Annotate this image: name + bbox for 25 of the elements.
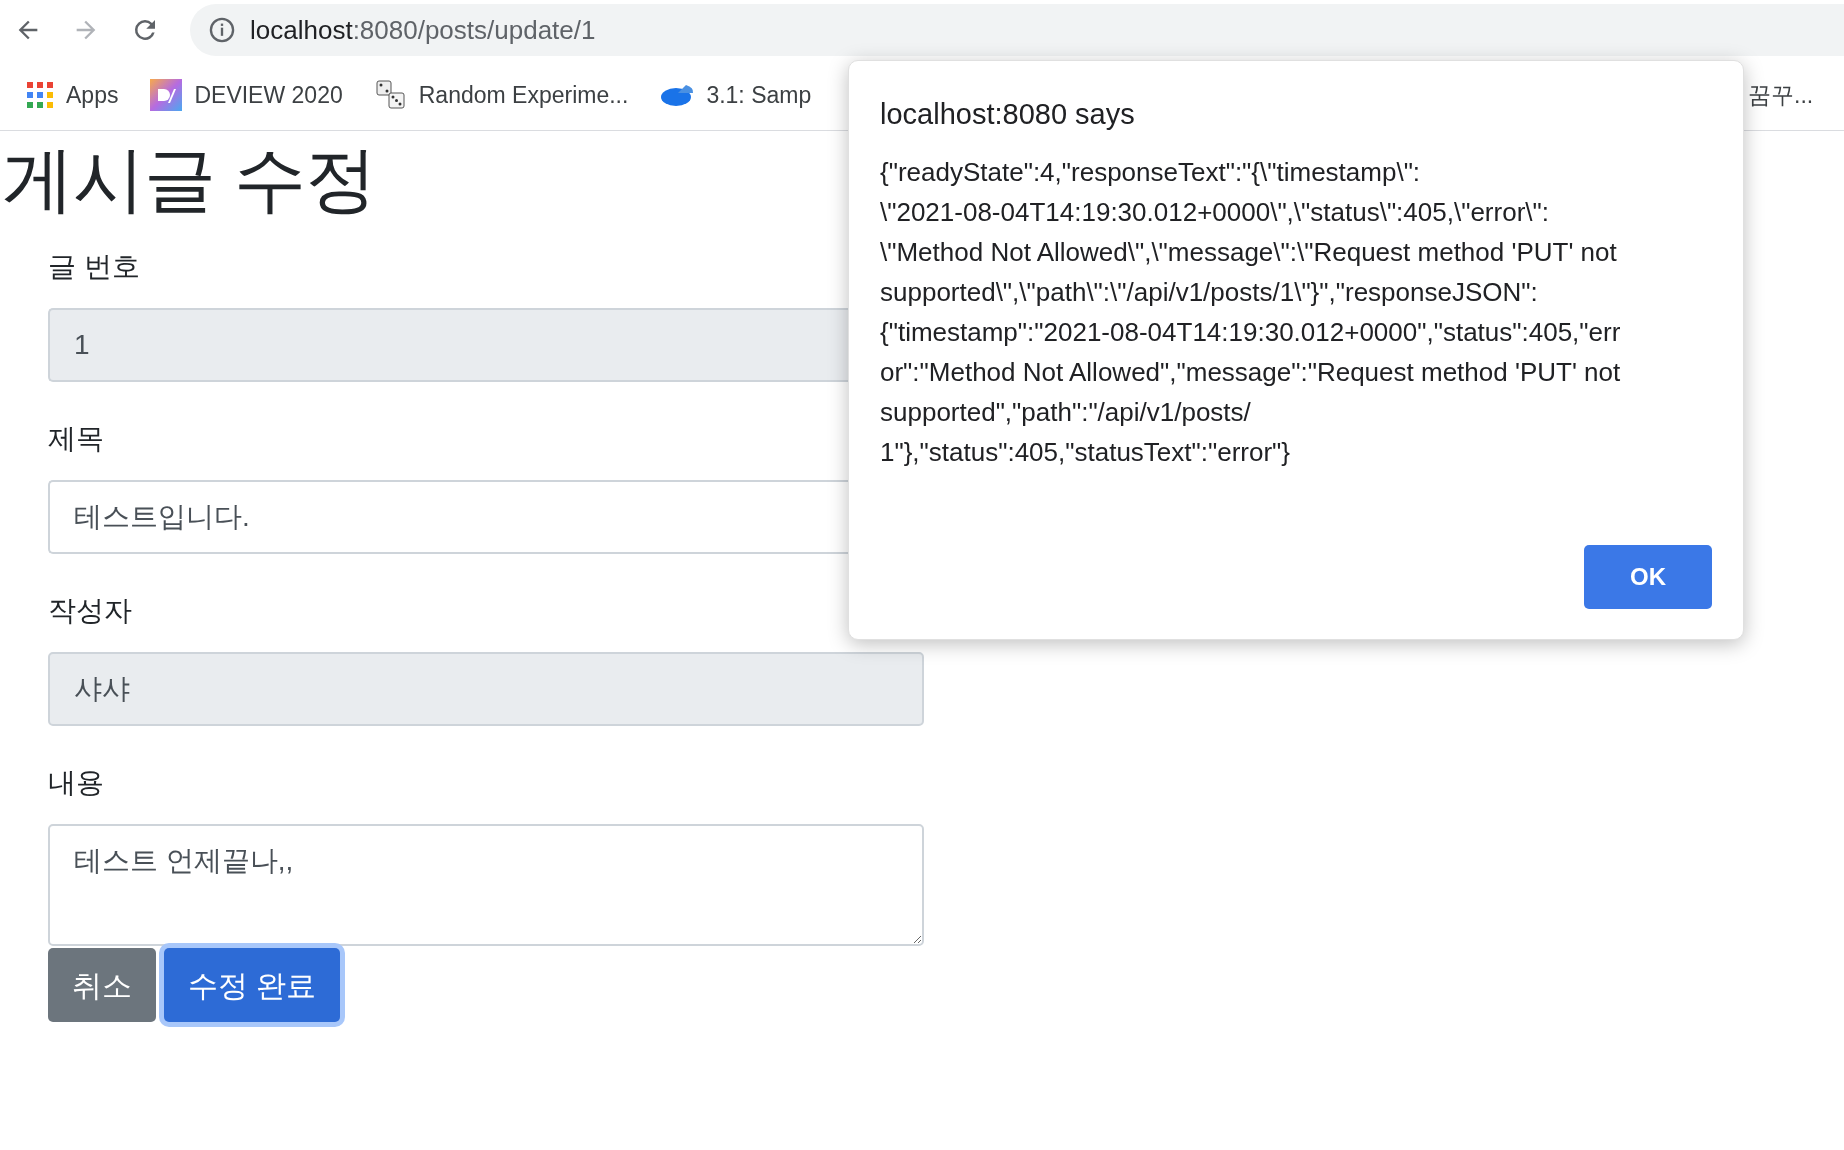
info-icon[interactable] [208,16,236,44]
dialog-message: {"readyState":4,"responseText":"{\"timestamp\": \"2021-08-04T14:19:30.012+0000\",\"status\":405,\"error\": \"Method Not Allowed\",\"message\":\"Request method 'PUT' not supported\",\"path\":\"/api/v1/posts/1\"}","responseJSON": {"timestamp":"2021-08-04T14:19:30.012+0000","status":405,"err or":"Method Not Allowed","message":"Request method 'PUT' not supported","path":"/api/v1/posts/ 1"},"status":405,"statusText":"error"} [880,156,1621,469]
url-text: localhost:8080/posts/update/1 [250,13,596,47]
input-field[interactable]: 테스트입니다. [48,480,848,554]
ok-button[interactable]: OK [1584,545,1712,609]
bookmark-item[interactable]: 3.1: Samp [652,73,820,117]
bookmark-item[interactable]: Apps [18,73,127,117]
field-label: 작성자 [48,594,132,628]
dialog-title: localhost:8080 says [880,97,1135,132]
field-label: 글 번호 [48,250,140,284]
address-bar[interactable]: localhost:8080/posts/update/1 [190,4,1844,56]
apps-grid-icon [26,81,54,109]
pie-chart-icon [660,82,695,108]
field-label: 제목 [48,422,104,456]
page-heading: 게시글 수정 [1,138,376,221]
content-textarea[interactable]: 테스트 언제끝나,, [48,824,924,946]
bookmark-item[interactable]: Random Experime... [366,73,637,117]
cancel-button[interactable]: 취소 [48,948,156,1022]
dice-icon [374,79,407,111]
bookmark-item[interactable]: DEVIEW 2020 [142,73,351,117]
gradient-square-icon [150,79,183,111]
bookmark-item[interactable]: 꿈꾸... [1740,73,1822,117]
field-label: 내용 [48,766,104,800]
input-field[interactable]: 샤샤 [48,652,924,726]
input-field[interactable]: 1 [48,308,848,382]
